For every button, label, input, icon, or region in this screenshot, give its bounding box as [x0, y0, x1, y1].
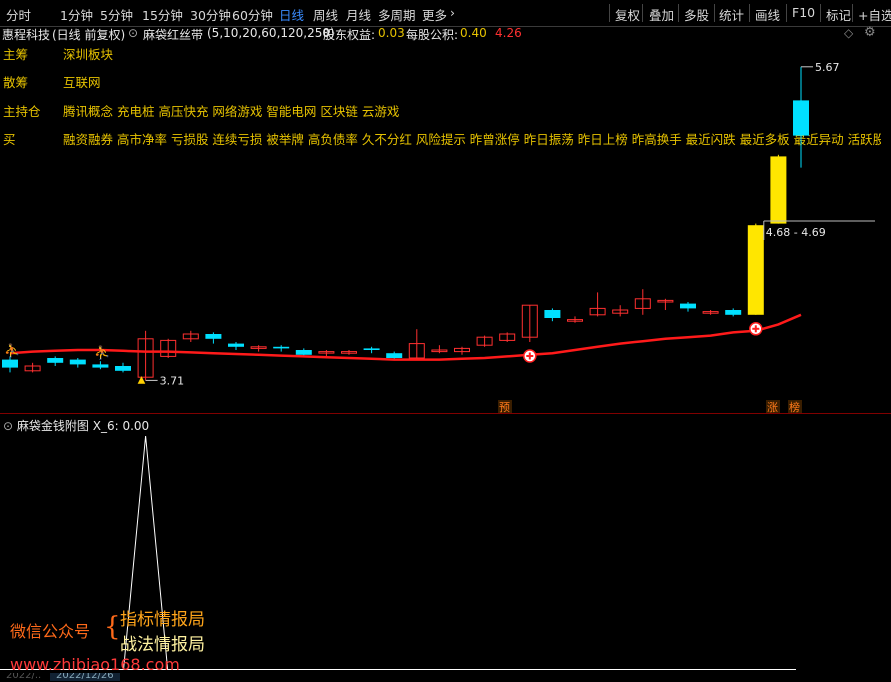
panel-divider-2 — [0, 413, 891, 414]
low-label: 3.71 — [160, 374, 185, 387]
candle-body — [2, 359, 18, 368]
watermark-left: 微信公众号 — [10, 622, 91, 641]
candle-body — [47, 358, 64, 363]
range-label: 4.68 - 4.69 — [766, 226, 826, 239]
sub-chart-title: 麻袋金钱附图 — [16, 419, 89, 433]
candle-body — [273, 346, 290, 349]
candle-body — [295, 350, 312, 355]
sub-chart-value: X_6: 0.00 — [92, 419, 150, 433]
sub-chart-toggle-icon[interactable]: ⊙ — [3, 419, 13, 433]
candle-body — [205, 334, 222, 339]
candle-body — [680, 303, 696, 309]
date-label-2[interactable]: 2022/12/26 — [50, 673, 120, 681]
watermark-brace: { — [104, 612, 121, 642]
marker-bang: 榜 — [789, 400, 800, 414]
candle-body — [544, 310, 561, 318]
candle-body — [725, 310, 742, 315]
marker-zhang: 涨 — [767, 401, 778, 414]
runner-icon: ⛹ — [4, 342, 20, 359]
watermark-line2: 战法情报局 — [120, 635, 205, 655]
candle-body — [92, 364, 109, 368]
marker-yu: 预 — [499, 401, 510, 414]
ma-ribbon-line — [9, 313, 802, 361]
candle-body — [770, 156, 787, 224]
candle-body — [69, 359, 86, 365]
low-star-icon: ▲ — [138, 374, 146, 385]
date-label-1: 2022/.. — [6, 673, 42, 681]
candle-body — [115, 366, 131, 371]
sub-chart-header: ⊙ 麻袋金钱附图 X_6: 0.00 — [3, 417, 149, 434]
candle-body — [363, 348, 380, 350]
kline-chart[interactable]: 5.67 3.71 4.68 - 4.69 ⛹ ⛹ ▲ 预 涨榜 — [0, 0, 891, 682]
candle-body — [386, 353, 403, 358]
watermark-url: www.zhibiao168.com — [10, 655, 180, 674]
runner-icon: ⛹ — [94, 344, 110, 361]
high-label: 5.67 — [815, 61, 840, 74]
date-strip: 2022/.. 2022/12/26 — [0, 673, 891, 682]
candle-body — [793, 100, 809, 136]
candle-body — [228, 343, 244, 347]
candle-body — [747, 225, 764, 315]
watermark-line1: 指标情报局 — [120, 610, 205, 630]
